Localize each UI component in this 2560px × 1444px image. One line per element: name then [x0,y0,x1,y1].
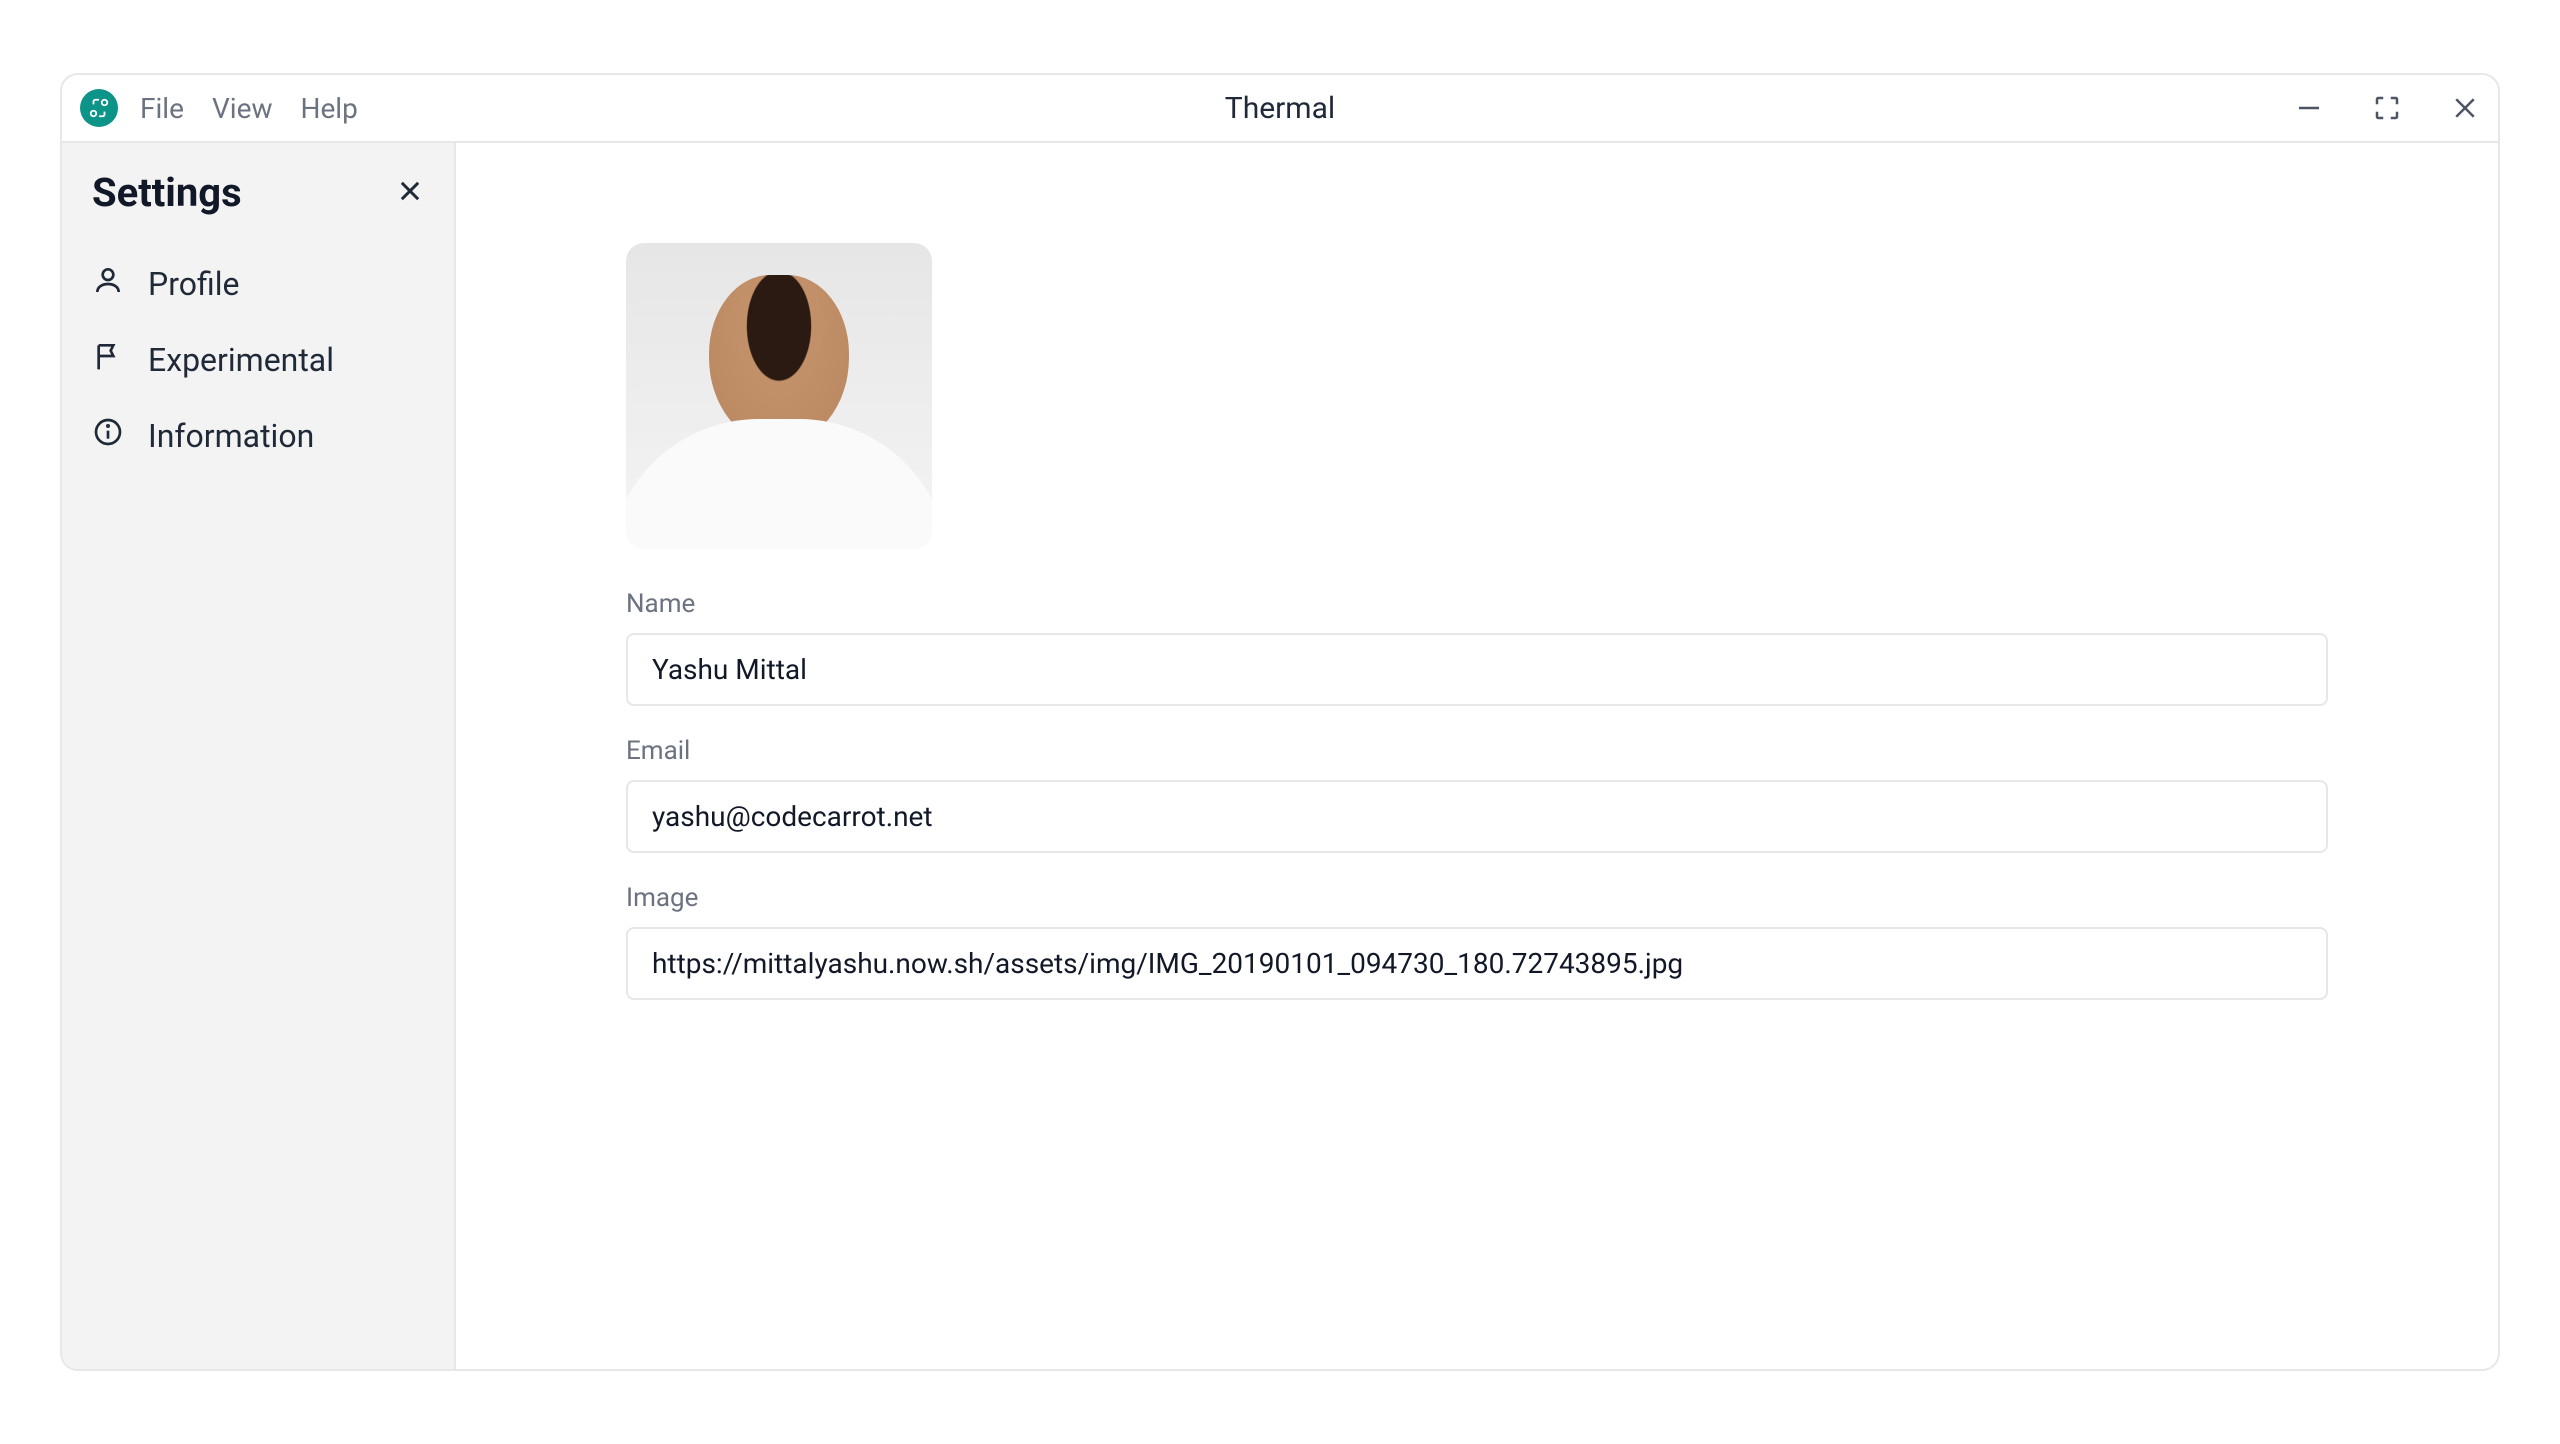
sidebar-item-information[interactable]: Information [62,398,454,474]
image-field-group: Image [626,883,2328,1000]
sidebar-item-label: Profile [148,265,239,303]
email-label: Email [626,736,2328,766]
close-window-button[interactable] [2450,93,2480,123]
name-label: Name [626,589,2328,619]
sidebar-item-label: Information [148,417,314,455]
email-input[interactable] [626,780,2328,853]
info-icon [92,416,124,456]
maximize-button[interactable] [2372,93,2402,123]
title-bar: File View Help Thermal [62,75,2498,143]
sidebar-header: Settings [62,169,454,246]
sidebar-item-experimental[interactable]: Experimental [62,322,454,398]
name-field-group: Name [626,589,2328,706]
sidebar-item-profile[interactable]: Profile [62,246,454,322]
window-controls [2294,93,2480,123]
close-settings-button[interactable] [396,177,424,209]
menu-view[interactable]: View [212,92,273,125]
image-label: Image [626,883,2328,913]
menu-file[interactable]: File [140,92,184,125]
profile-avatar [626,243,932,549]
sidebar-item-label: Experimental [148,341,334,379]
app-logo-icon [80,89,118,127]
minimize-button[interactable] [2294,93,2324,123]
menu-help[interactable]: Help [300,92,357,125]
window-title: Thermal [1225,91,1335,126]
flag-icon [92,340,124,380]
email-field-group: Email [626,736,2328,853]
settings-sidebar: Settings Profile Experimental [62,143,456,1369]
settings-content: Name Email Image [456,143,2498,1369]
image-input[interactable] [626,927,2328,1000]
name-input[interactable] [626,633,2328,706]
sidebar-title: Settings [92,169,242,216]
app-window: File View Help Thermal Settings [60,73,2500,1371]
menu-bar: File View Help [140,92,358,125]
window-body: Settings Profile Experimental [62,143,2498,1369]
user-icon [92,264,124,304]
